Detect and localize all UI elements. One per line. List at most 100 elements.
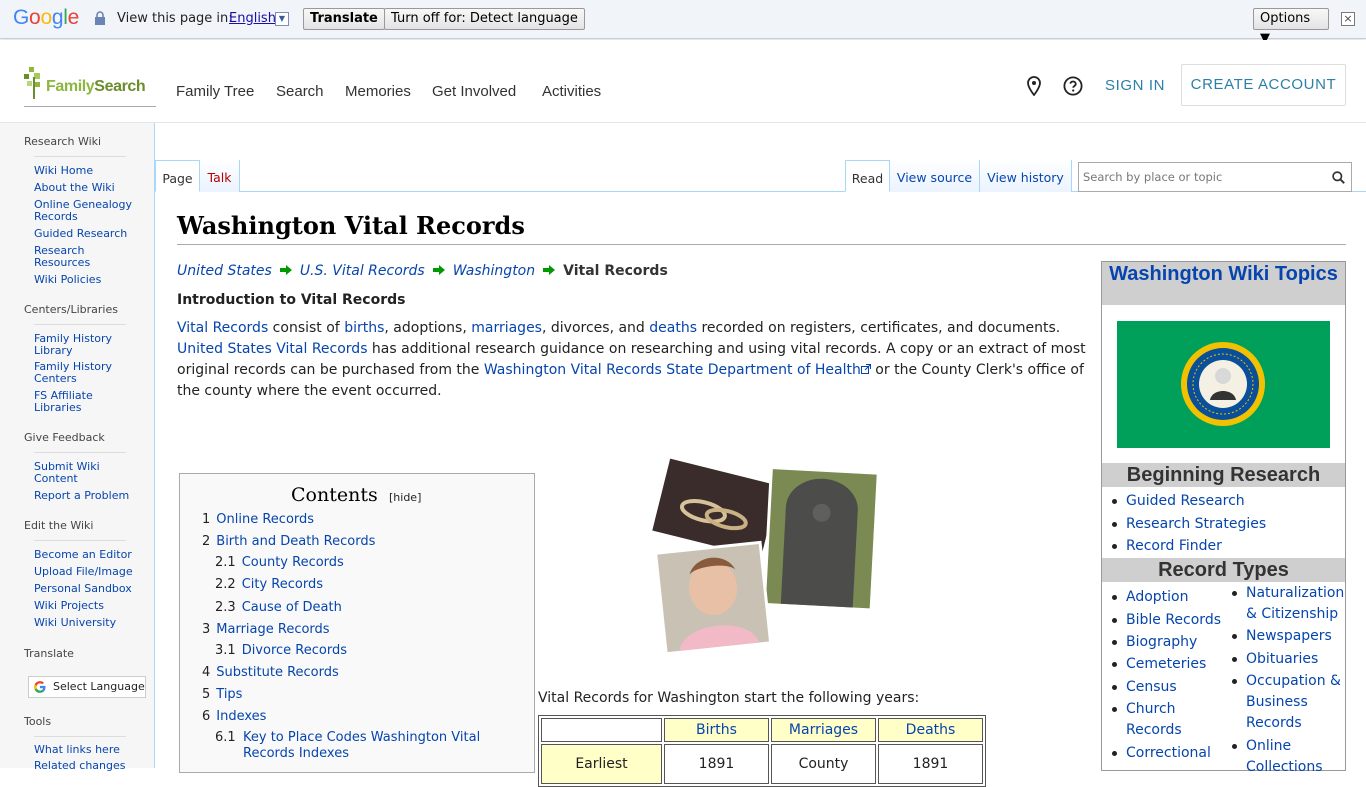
link-vital-records[interactable]: Vital Records	[177, 320, 268, 336]
toc-item[interactable]: 4 Substitute Records	[202, 665, 339, 681]
nav-family-tree[interactable]: Family Tree	[176, 83, 254, 100]
topic-link-bible-records[interactable]: Bible Records	[1112, 610, 1221, 631]
sidebar-link-online-records[interactable]: Online Genealogy Records	[34, 199, 134, 222]
tab-read[interactable]: Read	[845, 160, 890, 192]
tab-view-history[interactable]: View history	[980, 160, 1072, 192]
sidebar-link-projects[interactable]: Wiki Projects	[34, 600, 134, 612]
sidebar-heading-tools: Tools	[24, 715, 52, 728]
topic-link-guided-research[interactable]: Guided Research	[1112, 491, 1245, 512]
sidebar-divider	[34, 156, 126, 157]
nav-memories[interactable]: Memories	[345, 83, 411, 100]
link-us-vital-records[interactable]: United States Vital Records	[177, 341, 367, 357]
toc-item[interactable]: 2.2 City Records	[215, 577, 323, 593]
topic-link-correctional[interactable]: Correctional	[1112, 743, 1211, 764]
sidebar-link-submit-content[interactable]: Submit Wiki Content	[34, 461, 110, 484]
toc-item[interactable]: 3 Marriage Records	[202, 622, 330, 638]
options-button[interactable]: Options ▼	[1253, 8, 1329, 46]
table-link-marriages[interactable]: Marriages	[789, 722, 858, 738]
toc-item[interactable]: 2.1 County Records	[215, 555, 344, 571]
topic-link-online-collections[interactable]: Online Collections	[1232, 736, 1326, 778]
toc-item[interactable]: 6 Indexes	[202, 709, 266, 725]
topic-link-newspapers[interactable]: Newspapers	[1232, 626, 1332, 647]
help-icon[interactable]	[1063, 76, 1083, 96]
topic-link-census[interactable]: Census	[1112, 677, 1177, 698]
select-language-widget[interactable]: Select Language	[28, 676, 146, 698]
select-language-label: Select Language	[53, 680, 145, 693]
sidebar-link-become-editor[interactable]: Become an Editor	[34, 549, 134, 561]
google-g-icon	[34, 681, 46, 693]
sidebar-link-about[interactable]: About the Wiki	[34, 182, 134, 194]
breadcrumb-washington[interactable]: Washington	[453, 263, 535, 279]
wiki-topics-box: Washington Wiki Topics Beginning Researc…	[1101, 261, 1346, 775]
topic-link-adoption[interactable]: Adoption	[1112, 587, 1189, 608]
sidebar-heading-research-wiki: Research Wiki	[24, 135, 102, 148]
sidebar-link-wiki-policies[interactable]: Wiki Policies	[34, 274, 134, 286]
tab-page[interactable]: Page	[155, 160, 200, 192]
table-link-deaths[interactable]: Deaths	[906, 722, 956, 738]
link-marriages[interactable]: marriages	[471, 320, 542, 336]
sidebar-link-fhl[interactable]: Family History Library	[34, 333, 118, 356]
toc-item[interactable]: 5 Tips	[202, 687, 242, 703]
topic-link-occupation[interactable]: Occupation & Business Records	[1232, 671, 1346, 734]
breadcrumb-united-states[interactable]: United States	[177, 263, 272, 279]
sidebar-link-upload[interactable]: Upload File/Image	[34, 566, 134, 578]
location-pin-icon[interactable]	[1026, 76, 1042, 96]
language-dropdown-icon[interactable]: ▼	[275, 12, 289, 26]
sidebar-link-sandbox[interactable]: Personal Sandbox	[34, 583, 134, 595]
toc-title: Contents	[291, 484, 378, 506]
topic-link-research-strategies[interactable]: Research Strategies	[1111, 514, 1266, 535]
intro-text: , adoptions,	[384, 320, 472, 336]
create-account-button[interactable]: CREATE ACCOUNT	[1181, 64, 1346, 106]
search-icon[interactable]	[1332, 171, 1345, 184]
topic-link-cemeteries[interactable]: Cemeteries	[1111, 654, 1206, 675]
sidebar-link-research-resources[interactable]: Research Resources	[34, 245, 114, 268]
start-years-table: Births Marriages Deaths Earliest 1891 Co…	[538, 715, 986, 787]
toc-item[interactable]: 3.1 Divorce Records	[215, 643, 347, 659]
intro-text: recorded on registers, certificates, and…	[697, 320, 1061, 336]
translate-button[interactable]: Translate	[303, 8, 385, 30]
sidebar-link-what-links[interactable]: What links here	[34, 744, 134, 756]
nav-activities[interactable]: Activities	[542, 83, 601, 100]
toc-item[interactable]: 2 Birth and Death Records	[202, 534, 375, 550]
turn-off-button[interactable]: Turn off for: Detect language	[384, 8, 585, 30]
topic-link-obituaries[interactable]: Obituaries	[1231, 649, 1318, 670]
nav-get-involved[interactable]: Get Involved	[432, 83, 516, 100]
sidebar-divider	[34, 452, 126, 453]
sign-in-link[interactable]: SIGN IN	[1105, 77, 1165, 94]
toc-hide-link[interactable]: [hide]	[389, 491, 421, 504]
table-link-births[interactable]: Births	[696, 722, 737, 738]
link-wa-department-of-health[interactable]: Washington Vital Records State Departmen…	[484, 362, 861, 378]
topic-link-record-finder[interactable]: Record Finder	[1112, 536, 1222, 557]
language-link[interactable]: English	[229, 11, 276, 26]
topic-link-church-records[interactable]: Church Records	[1112, 699, 1196, 741]
tab-talk[interactable]: Talk	[200, 160, 240, 192]
familysearch-logo[interactable]: FamilySearch	[24, 65, 156, 107]
logo-text: FamilySearch	[46, 78, 146, 95]
arrow-right-icon	[279, 265, 292, 275]
sidebar-link-affiliate[interactable]: FS Affiliate Libraries	[34, 390, 124, 413]
intro-heading: Introduction to Vital Records	[177, 292, 406, 308]
toc-item[interactable]: 1 Online Records	[202, 512, 314, 528]
wiki-search-input[interactable]: Search by place or topic	[1078, 162, 1352, 192]
breadcrumb-us-vital-records[interactable]: U.S. Vital Records	[300, 263, 425, 279]
sidebar-divider	[34, 540, 126, 541]
close-icon[interactable]: ×	[1341, 12, 1355, 26]
sidebar-link-guided-research[interactable]: Guided Research	[34, 228, 134, 240]
sidebar-link-university[interactable]: Wiki University	[34, 617, 134, 629]
toc-item[interactable]: 6.1 Key to Place Codes Washington Vital R…	[215, 730, 505, 762]
topic-link-biography[interactable]: Biography	[1111, 632, 1197, 653]
sidebar-link-fhc[interactable]: Family History Centers	[34, 361, 118, 384]
topics-box-title[interactable]: Washington Wiki Topics	[1102, 262, 1345, 305]
link-deaths[interactable]: deaths	[649, 320, 697, 336]
sidebar-link-report-problem[interactable]: Report a Problem	[34, 490, 134, 502]
link-births[interactable]: births	[344, 320, 384, 336]
page-title: Washington Vital Records	[177, 211, 525, 240]
sidebar-link-related-changes[interactable]: Related changes	[34, 760, 134, 772]
beginning-research-heading: Beginning Research	[1102, 463, 1345, 487]
topic-link-naturalization[interactable]: Naturalization & Citizenship	[1232, 583, 1346, 625]
toc-item[interactable]: 2.3 Cause of Death	[215, 600, 342, 616]
record-types-heading: Record Types	[1102, 558, 1345, 582]
sidebar-link-wiki-home[interactable]: Wiki Home	[34, 165, 134, 177]
tab-view-source[interactable]: View source	[890, 160, 980, 192]
nav-search[interactable]: Search	[276, 83, 324, 100]
